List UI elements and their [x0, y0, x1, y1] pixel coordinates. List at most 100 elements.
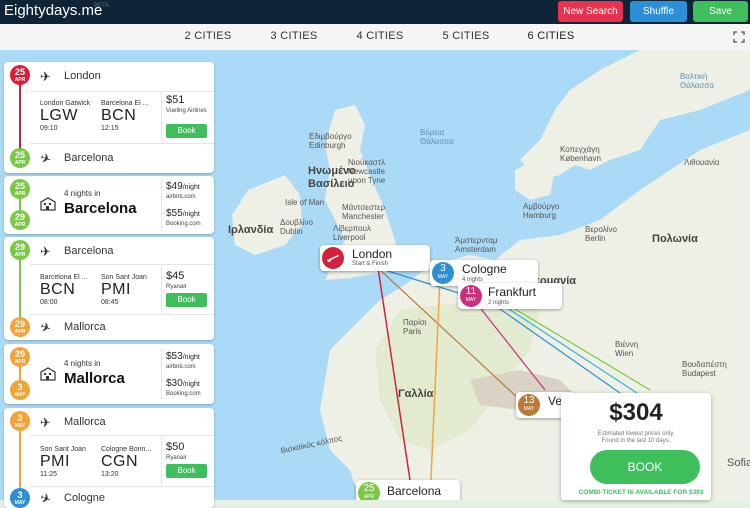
divider [30, 486, 214, 487]
divider [161, 348, 162, 400]
marker-subtitle: 2 nights [488, 300, 510, 306]
flight-leg-card: 3 MAY ✈ Mallorca Son Sant Joan Cologne Bo… [4, 408, 214, 508]
departure-time: 08:00 [40, 299, 58, 306]
arrival-airport: Son Sant Joan [101, 274, 147, 281]
departure-city: London [64, 70, 101, 82]
price-summary-panel: $304 Estimated lowest prices only. Found… [561, 393, 711, 500]
top-bar: Eightydays.me BETA New Search Shuffle Sa… [0, 0, 750, 24]
stay-site-1[interactable]: airbnb.com [166, 364, 196, 371]
divider [30, 91, 214, 92]
book-flight-button[interactable]: Book [166, 293, 207, 307]
divider [161, 265, 162, 313]
beta-tag: BETA [94, 3, 110, 9]
departure-time: 09:10 [40, 125, 58, 132]
arrival-time: 08:45 [101, 299, 119, 306]
tab-6-cities[interactable]: 6 CITIES [508, 24, 594, 52]
airline-name: Ryanair [166, 455, 187, 461]
marker-month: MAY [437, 274, 449, 280]
tab-3-cities[interactable]: 3 CITIES [251, 24, 337, 50]
tab-5-cities[interactable]: 5 CITIES [423, 24, 509, 50]
marker-day: 13 [523, 395, 535, 406]
date-badge: 25 APR [10, 65, 30, 85]
date-badge: 29 APR [10, 317, 30, 337]
marker-day: 25 [363, 483, 375, 494]
stay-site-1[interactable]: airbnb.com [166, 194, 196, 201]
checkout-date-badge: 29 APR [10, 210, 30, 230]
route-connector [19, 84, 21, 156]
airline-name: Vueling Airlines [166, 108, 207, 114]
departure-city: Mallorca [64, 416, 106, 428]
arrival-city: Barcelona [64, 152, 114, 164]
marker-city-name: Ve [548, 394, 563, 408]
new-search-button[interactable]: New Search [558, 1, 623, 22]
stay-site-2[interactable]: Booking.com [166, 391, 201, 398]
tab-2-cities[interactable]: 2 CITIES [165, 24, 251, 50]
arrival-code: BCN [101, 107, 137, 124]
departure-airport: London Gatwick [40, 100, 91, 107]
price-note-1: Estimated lowest prices only. [597, 431, 675, 437]
map-marker-london[interactable]: London Start & Finish [320, 245, 430, 271]
departure-plane-icon: ✈ [40, 415, 51, 430]
flight-leg-card: 25 APR ✈ London London Gatwick Barcelona … [4, 62, 214, 173]
date-badge: 3 MAY [10, 411, 30, 431]
nights-count: 4 nights in [64, 359, 101, 368]
stay-price-2: $30/night [166, 378, 200, 389]
date-badge: 25 APR [10, 148, 30, 168]
stay-site-2[interactable]: Booking.com [166, 221, 201, 228]
departure-code: PMI [40, 453, 70, 470]
book-flight-button[interactable]: Book [166, 124, 207, 138]
date-badge: 29 APR [10, 240, 30, 260]
hotel-icon [40, 367, 56, 386]
marker-month: MAY [523, 406, 535, 412]
map-marker-barcelona[interactable]: 25 APR Barcelona [356, 480, 460, 500]
departure-code: LGW [40, 107, 78, 124]
flight-leg-card: 29 APR ✈ Barcelona Barcelona El ... Son S… [4, 237, 214, 340]
marker-month: MAY [465, 297, 477, 303]
city-count-tabs: 2 CITIES 3 CITIES 4 CITIES 5 CITIES 6 CI… [0, 24, 750, 52]
marker-date-badge: 11 MAY [460, 285, 482, 307]
arrival-time: 13:20 [101, 471, 119, 478]
stay-card: 25 APR 29 APR 4 nights in Barcelona $49/ni… [4, 176, 214, 234]
marker-city-name: Barcelona [387, 484, 442, 498]
marker-city-name: Cologne [462, 262, 507, 276]
marker-day: 11 [465, 286, 477, 297]
map-marker-frankfurt[interactable]: 11 MAY Frankfurt 2 nights [458, 283, 562, 309]
stay-city: Barcelona [64, 200, 137, 217]
marker-city-name: Frankfurt [488, 285, 537, 299]
stay-price-2: $55/night [166, 208, 200, 219]
checkout-date-badge: 3 MAY [10, 380, 30, 400]
divider [161, 436, 162, 486]
flight-price: $50 [166, 441, 185, 453]
departure-plane-icon: ✈ [40, 244, 51, 259]
book-flight-button[interactable]: Book [166, 464, 207, 478]
marker-date-badge: 13 MAY [518, 394, 540, 416]
flight-price: $45 [166, 270, 185, 282]
arrival-airport: Barcelona El ... [101, 100, 149, 107]
total-price: $304 [609, 399, 663, 426]
nights-count: 4 nights in [64, 189, 101, 198]
marker-city-name: London [352, 247, 393, 261]
arrival-time: 12:15 [101, 125, 119, 132]
checkin-date-badge: 25 APR [10, 179, 30, 199]
divider [161, 180, 162, 230]
route-connector [19, 259, 21, 321]
airline-name: Ryanair [166, 284, 187, 290]
combi-ticket-note[interactable]: COMBI-TICKET IS AVAILABLE FOR $393 [561, 489, 721, 496]
marker-subtitle: Start & Finish [352, 261, 389, 267]
arrival-plane-icon: ✈ [37, 318, 54, 337]
book-all-button[interactable]: BOOK [590, 450, 700, 484]
departure-time: 11:25 [40, 471, 57, 478]
tab-4-cities[interactable]: 4 CITIES [337, 24, 423, 50]
divider [30, 314, 214, 315]
fullscreen-icon[interactable] [733, 30, 745, 43]
arrival-code: PMI [101, 281, 131, 298]
map-label-sofia: Sofia [727, 457, 750, 469]
shuffle-button[interactable]: Shuffle [630, 1, 687, 22]
marker-month: APR [363, 494, 375, 500]
arrival-plane-icon: ✈ [37, 149, 54, 168]
divider [30, 264, 214, 265]
divider [161, 92, 162, 142]
save-button[interactable]: Save [693, 1, 748, 22]
app-logo[interactable]: Eightydays.me [4, 2, 102, 19]
arrival-airport: Cologne Bonn... [101, 446, 152, 453]
